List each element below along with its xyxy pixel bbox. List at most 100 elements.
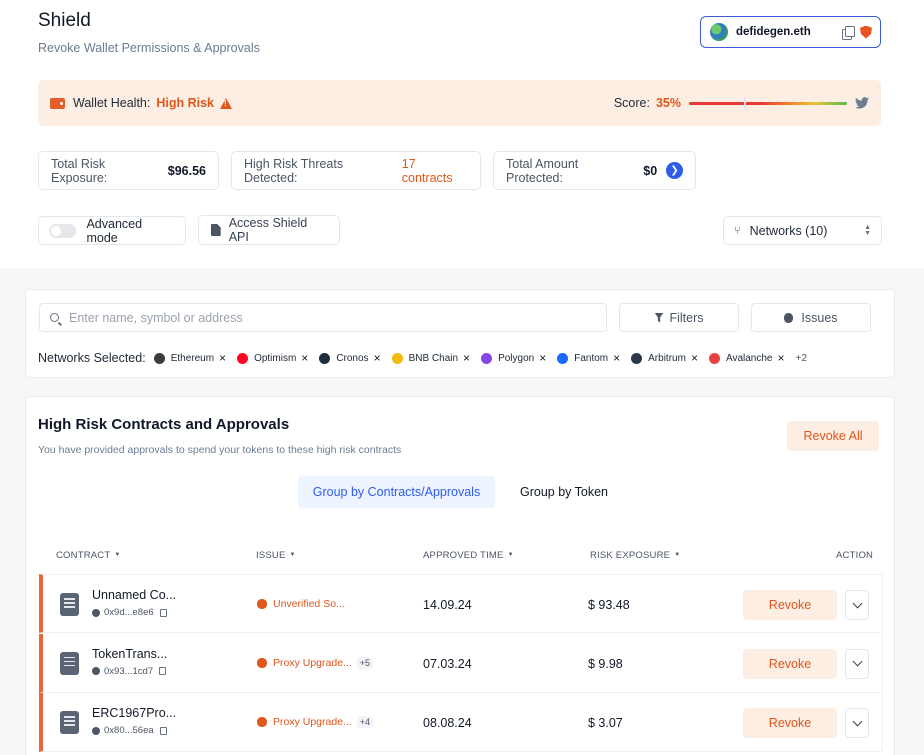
network-icon	[237, 352, 249, 364]
address-text: 0x9d...e8e6	[104, 607, 154, 618]
health-value: High Risk	[156, 96, 214, 110]
contract-address: 0x80...56ea	[92, 725, 167, 736]
shield-icon	[860, 25, 872, 39]
expand-row-button[interactable]	[845, 648, 869, 679]
revoke-all-button[interactable]: Revoke All	[787, 421, 879, 451]
threats-label: High Risk Threats Detected:	[244, 156, 344, 185]
contract-name: ERC1967Pro...	[92, 706, 177, 720]
tab-group-by-token[interactable]: Group by Token	[508, 476, 620, 508]
close-icon[interactable]: ×	[219, 352, 226, 364]
revoke-button[interactable]: Revoke	[743, 590, 837, 620]
bug-icon	[784, 312, 794, 323]
page-title: Shield	[38, 10, 91, 31]
table-row: TokenTrans... 0x93...1cd7 Proxy Upgrade...…	[39, 633, 883, 693]
high-risk-table: High Risk Contracts and Approvals You ha…	[25, 396, 895, 755]
search-field[interactable]	[39, 303, 607, 332]
networks-select[interactable]: ⑂ Networks (10) ▲ ▼	[723, 216, 882, 245]
column-contract[interactable]: CONTRACT ▼	[56, 550, 121, 561]
wallet-name: defidegen.eth	[736, 26, 811, 38]
table-row: ERC1967Pro... 0x80...56ea Proxy Upgrade...…	[39, 693, 883, 752]
close-icon[interactable]: ×	[539, 352, 546, 364]
copy-icon[interactable]	[159, 726, 167, 735]
filter-icon	[654, 312, 664, 323]
close-icon[interactable]: ×	[374, 352, 381, 364]
issue-label: Proxy Upgrade...	[273, 716, 352, 728]
access-shield-api-button[interactable]: Access Shield API	[198, 215, 340, 245]
copy-icon[interactable]	[159, 667, 167, 675]
contract-address: 0x9d...e8e6	[92, 607, 167, 618]
column-issue[interactable]: ISSUE ▼	[256, 550, 296, 561]
extra-issues-badge: +5	[356, 656, 374, 669]
network-icon	[557, 352, 569, 364]
expand-row-button[interactable]	[845, 708, 869, 738]
close-icon[interactable]: ×	[613, 352, 620, 364]
copy-icon[interactable]	[842, 25, 855, 40]
more-networks-chip[interactable]: +2	[796, 353, 807, 364]
total-amount-protected: Total Amount Protected: $0 ❯	[493, 151, 696, 190]
search-panel: Filters Issues Networks Selected: Ethere…	[25, 289, 895, 378]
column-risk-exposure[interactable]: RISK EXPOSURE ▼	[590, 550, 680, 561]
close-icon[interactable]: ×	[777, 352, 784, 364]
address-text: 0x80...56ea	[104, 725, 154, 736]
network-chip: Avalanche ×	[708, 349, 785, 367]
network-icon	[391, 352, 403, 364]
chevron-right-icon[interactable]: ❯	[666, 162, 683, 179]
network-icon	[92, 667, 100, 675]
network-chip: BNB Chain ×	[391, 349, 470, 367]
approved-time: 07.03.24	[423, 656, 472, 671]
network-chip-label: Polygon	[498, 352, 535, 364]
tab-group-by-contracts[interactable]: Group by Contracts/Approvals	[298, 476, 495, 508]
revoke-button[interactable]: Revoke	[743, 708, 837, 738]
column-approved-time[interactable]: APPROVED TIME ▼	[423, 550, 514, 561]
protected-value: $0	[643, 163, 658, 178]
expand-row-button[interactable]	[845, 590, 869, 620]
risk-exposure: $ 9.98	[588, 656, 623, 671]
wallet-selector[interactable]: defidegen.eth	[700, 16, 881, 48]
score-marker	[744, 96, 747, 110]
issues-button[interactable]: Issues	[751, 303, 871, 332]
threats-value: 17 contracts	[401, 156, 453, 185]
close-icon[interactable]: ×	[691, 352, 698, 364]
revoke-button[interactable]: Revoke	[743, 648, 837, 679]
up-down-icon: ▲ ▼	[864, 223, 871, 237]
warning-icon	[220, 97, 232, 109]
network-icon	[708, 352, 720, 364]
wallet-icon	[50, 97, 65, 109]
sort-caret-icon: ▼	[507, 552, 514, 559]
high-risk-threats: High Risk Threats Detected: 17 contracts	[231, 151, 481, 190]
column-approved-time-label: APPROVED TIME	[423, 550, 504, 561]
network-chip: Optimism ×	[237, 349, 308, 367]
column-action: ACTION	[836, 550, 874, 561]
network-icon	[631, 352, 643, 364]
network-chip: Polygon ×	[481, 349, 546, 367]
exposure-label: Total Risk Exposure:	[51, 156, 108, 185]
networks-selected-row: Networks Selected: Ethereum × Optimism × Cro…	[38, 349, 807, 367]
approved-time: 14.09.24	[423, 598, 472, 612]
issues-label: Issues	[801, 310, 838, 325]
close-icon[interactable]: ×	[301, 352, 308, 364]
search-input[interactable]	[69, 310, 596, 325]
close-icon[interactable]: ×	[463, 352, 470, 364]
networks-label: Networks (10)	[749, 223, 828, 238]
advanced-mode-label: Advanced mode	[86, 216, 143, 245]
network-icon	[92, 608, 100, 617]
wallet-health-banner: Wallet Health: High Risk Score: 35%	[38, 80, 881, 126]
filters-label: Filters	[669, 310, 704, 325]
risk-exposure: $ 93.48	[588, 598, 630, 612]
toggle-switch[interactable]	[49, 223, 77, 238]
column-issue-label: ISSUE	[256, 550, 286, 561]
issue-cell[interactable]: Proxy Upgrade... +5	[257, 656, 374, 669]
advanced-mode-toggle[interactable]: Advanced mode	[38, 216, 186, 245]
search-icon	[50, 313, 59, 322]
copy-icon[interactable]	[159, 608, 167, 617]
extra-issues-badge: +4	[356, 716, 374, 728]
issue-cell[interactable]: Proxy Upgrade... +4	[257, 716, 374, 728]
twitter-icon[interactable]	[855, 97, 869, 109]
issue-cell[interactable]: Unverified So...	[257, 598, 345, 610]
filters-button[interactable]: Filters	[619, 303, 739, 332]
score-label: Score:	[613, 96, 650, 110]
network-chip-label: Optimism	[254, 352, 297, 364]
sort-caret-icon: ▼	[289, 552, 296, 559]
chevron-down-icon	[852, 598, 862, 608]
exposure-value: $96.56	[167, 163, 206, 178]
